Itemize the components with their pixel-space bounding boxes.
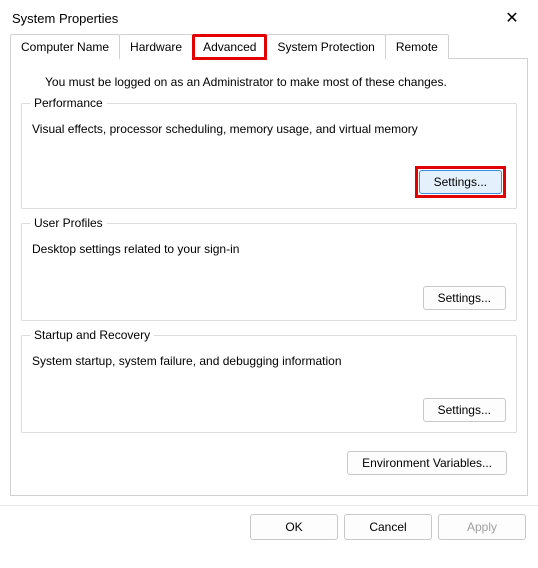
cancel-button[interactable]: Cancel: [344, 514, 432, 540]
apply-button[interactable]: Apply: [438, 514, 526, 540]
tab-remote[interactable]: Remote: [385, 34, 449, 59]
close-icon[interactable]: ✕: [498, 4, 526, 32]
user-profiles-settings-button[interactable]: Settings...: [423, 286, 506, 310]
window-title: System Properties: [12, 11, 118, 26]
user-profiles-legend: User Profiles: [30, 216, 107, 230]
tab-hardware[interactable]: Hardware: [119, 34, 193, 59]
user-profiles-group: User Profiles Desktop settings related t…: [21, 223, 517, 321]
performance-desc: Visual effects, processor scheduling, me…: [32, 122, 506, 136]
tab-advanced[interactable]: Advanced: [192, 34, 267, 60]
performance-group: Performance Visual effects, processor sc…: [21, 103, 517, 209]
tab-system-protection[interactable]: System Protection: [266, 34, 385, 59]
tab-computer-name[interactable]: Computer Name: [10, 34, 120, 59]
startup-recovery-settings-button[interactable]: Settings...: [423, 398, 506, 422]
titlebar: System Properties ✕: [0, 0, 538, 34]
performance-legend: Performance: [30, 96, 107, 110]
user-profiles-desc: Desktop settings related to your sign-in: [32, 242, 506, 256]
startup-recovery-legend: Startup and Recovery: [30, 328, 154, 342]
advanced-panel: You must be logged on as an Administrato…: [10, 58, 528, 496]
dialog-footer: OK Cancel Apply: [0, 505, 538, 550]
startup-recovery-desc: System startup, system failure, and debu…: [32, 354, 506, 368]
performance-settings-button[interactable]: Settings...: [419, 170, 502, 194]
environment-variables-button[interactable]: Environment Variables...: [347, 451, 507, 475]
performance-settings-highlight: Settings...: [415, 166, 506, 198]
startup-recovery-group: Startup and Recovery System startup, sys…: [21, 335, 517, 433]
tab-row: Computer Name Hardware Advanced System P…: [0, 34, 538, 59]
ok-button[interactable]: OK: [250, 514, 338, 540]
